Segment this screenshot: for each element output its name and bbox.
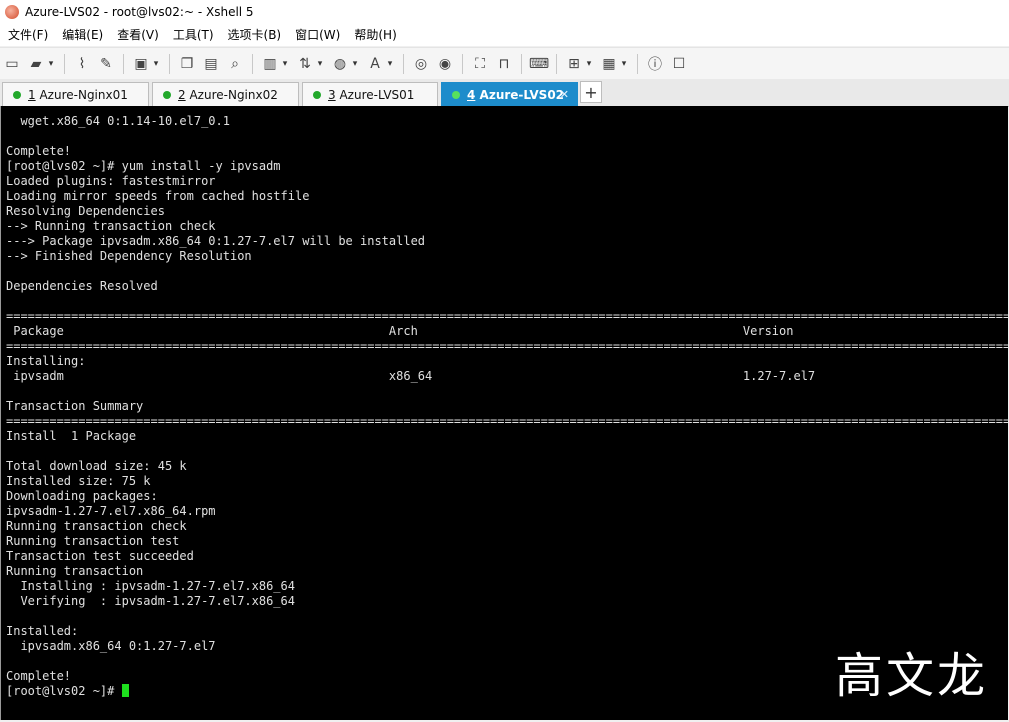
menu-tools[interactable]: 工具(T) [167,24,220,46]
connected-status-icon [313,90,321,99]
watermark-text: 高文龙 [834,648,988,704]
toolbar-separator [252,54,253,74]
new-session-icon[interactable]: ▭ [2,54,22,74]
tab-number: 4 [467,87,476,102]
open-folder-icon[interactable]: ▰ [26,54,46,74]
transfer-dropdown-icon[interactable]: ▾ [316,54,324,74]
tab-number: 3 [328,87,336,102]
terminal-cursor [121,684,129,697]
tab-azure-nginx02[interactable]: 2 Azure-Nginx02 [152,82,299,106]
menu-window[interactable]: 窗口(W) [289,24,346,46]
menu-edit[interactable]: 编辑(E) [56,24,109,46]
new-tab-icon[interactable]: ⊞ [564,54,584,74]
tab-label: Azure-LVS02 [479,87,565,102]
globe-icon[interactable]: ◍ [330,54,350,74]
paste-icon[interactable]: ▤ [201,54,221,74]
connected-status-icon [13,90,21,99]
fullscreen-icon[interactable]: ⛶ [470,54,490,74]
keyboard-icon[interactable]: ⌨ [529,54,549,74]
toolbar: ▭ ▰ ▾ ⌇ ✎ ▣ ▾ ❐ ▤ ⌕ ▥ ▾ ⇅ ▾ ◍ ▾ A ▾ ◎ ◉ … [0,47,1009,80]
tab-number: 2 [178,87,186,102]
add-tab-icon[interactable]: + [580,81,602,103]
xshell-window: Azure-LVS02 - root@lvs02:~ - Xshell 5 文件… [0,0,1009,722]
find-icon[interactable]: ⌕ [225,54,245,74]
tab-azure-lvs02[interactable]: 4 Azure-LVS02 ✕ [441,82,578,106]
terminal-area[interactable]: wget.x86_64 0:1.14-10.el7_0.1 Complete! … [0,106,1008,720]
connected-status-icon [163,90,171,99]
open-folder-dropdown-icon[interactable]: ▾ [47,54,55,74]
chat-icon[interactable]: ☐ [669,54,689,74]
close-tab-icon[interactable]: ✕ [560,88,569,101]
copy-icon[interactable]: ❐ [177,54,197,74]
layout-dropdown-icon[interactable]: ▾ [620,54,628,74]
toolbar-separator [64,54,65,74]
toolbar-separator [556,54,557,74]
tab-azure-nginx01[interactable]: 1 Azure-Nginx01 [2,82,149,106]
xshell-app-icon [5,5,19,19]
tab-label: Azure-Nginx01 [39,87,128,102]
menu-help[interactable]: 帮助(H) [348,24,402,46]
font-icon[interactable]: A [365,54,385,74]
disconnect-icon[interactable]: ⌇ [72,54,92,74]
connected-status-icon [452,90,460,99]
print-dropdown-icon[interactable]: ▾ [281,54,289,74]
toolbar-separator [521,54,522,74]
toolbar-separator [462,54,463,74]
toolbar-separator [169,54,170,74]
transfer-icon[interactable]: ⇅ [295,54,315,74]
session-tab-bar: 1 Azure-Nginx01 2 Azure-Nginx02 3 Azure-… [0,79,1009,107]
tab-number: 1 [28,87,36,102]
menu-view[interactable]: 查看(V) [111,24,165,46]
window-title: Azure-LVS02 - root@lvs02:~ - Xshell 5 [25,5,254,19]
title-bar: Azure-LVS02 - root@lvs02:~ - Xshell 5 [0,0,1009,24]
toolbar-separator [123,54,124,74]
menu-tabs[interactable]: 选项卡(B) [222,24,288,46]
layout-icon[interactable]: ▦ [599,54,619,74]
new-tab-dropdown-icon[interactable]: ▾ [585,54,593,74]
print-icon[interactable]: ▥ [260,54,280,74]
properties-icon[interactable]: ▣ [131,54,151,74]
toolbar-separator [637,54,638,74]
properties-dropdown-icon[interactable]: ▾ [152,54,160,74]
help-icon[interactable]: ⓘ [645,54,665,74]
pencil-icon[interactable]: ✎ [96,54,116,74]
tab-label: Azure-LVS01 [339,87,415,102]
menu-file[interactable]: 文件(F) [2,24,54,46]
tab-label: Azure-Nginx02 [189,87,278,102]
terminal-output: wget.x86_64 0:1.14-10.el7_0.1 Complete! … [6,114,1008,699]
terminal-text: wget.x86_64 0:1.14-10.el7_0.1 Complete! … [6,114,1008,698]
toolbar-separator [403,54,404,74]
lock-icon[interactable]: ⊓ [494,54,514,74]
tab-azure-lvs01[interactable]: 3 Azure-LVS01 [302,82,438,106]
xftp-icon[interactable]: ◎ [411,54,431,74]
globe-dropdown-icon[interactable]: ▾ [351,54,359,74]
xmanager-icon[interactable]: ◉ [435,54,455,74]
font-dropdown-icon[interactable]: ▾ [386,54,394,74]
menu-bar: 文件(F) 编辑(E) 查看(V) 工具(T) 选项卡(B) 窗口(W) 帮助(… [0,24,1009,46]
